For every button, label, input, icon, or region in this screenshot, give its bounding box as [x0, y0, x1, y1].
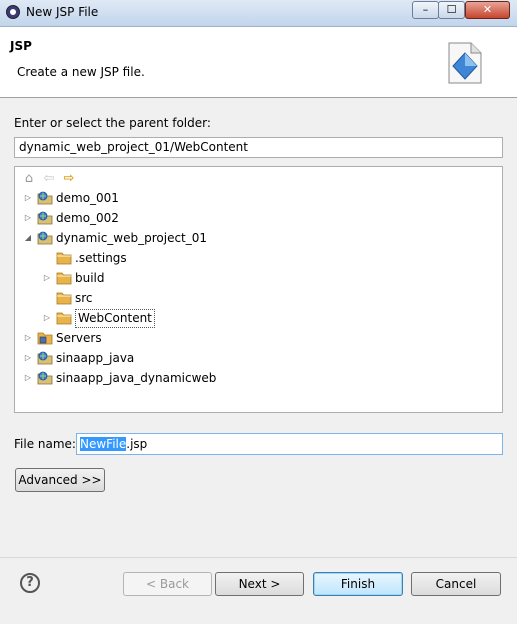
wizard-banner: JSP Create a new JSP file. [0, 27, 517, 98]
forward-arrow-icon[interactable]: ⇨ [61, 171, 77, 187]
tree-item[interactable]: ▷ demo_001 [15, 188, 500, 208]
servers-folder-icon [37, 332, 53, 345]
maximize-button[interactable]: ☐ [438, 1, 465, 19]
tree-item-label: .settings [75, 251, 127, 265]
tree-item[interactable]: src [15, 288, 500, 308]
expanded-arrow-icon[interactable]: ◢ [23, 228, 33, 248]
parent-folder-input[interactable]: dynamic_web_project_01/WebContent [14, 137, 503, 158]
tree-item-label: src [75, 291, 93, 305]
window-title: New JSP File [26, 5, 99, 19]
folder-icon [56, 272, 72, 285]
wizard-title: JSP [10, 39, 32, 53]
file-name-input[interactable]: NewFile.jsp [76, 433, 503, 455]
tree-item-label: sinaapp_java [56, 351, 135, 365]
tree-item-label: sinaapp_java_dynamicweb [56, 371, 217, 385]
tree-item-label: Servers [56, 331, 102, 345]
minimize-button[interactable]: – [412, 1, 439, 19]
tree-item-label: WebContent [75, 309, 155, 328]
cancel-button[interactable]: Cancel [411, 572, 501, 596]
next-button[interactable]: Next > [215, 572, 304, 596]
web-project-icon [37, 211, 53, 225]
web-project-icon [37, 371, 53, 385]
tree-item[interactable]: .settings [15, 248, 500, 268]
tree-item-label: demo_001 [56, 191, 119, 205]
tree-item-label: build [75, 271, 105, 285]
file-name-selected-text: NewFile [80, 437, 127, 451]
collapsed-arrow-icon[interactable]: ▷ [42, 308, 52, 328]
web-project-icon [37, 191, 53, 205]
tree-item-label: dynamic_web_project_01 [56, 231, 208, 245]
folder-icon [56, 292, 72, 305]
close-button[interactable]: ✕ [465, 1, 510, 19]
folder-icon [56, 312, 72, 325]
tree-item-label: demo_002 [56, 211, 119, 225]
web-project-icon [37, 231, 53, 245]
back-button[interactable]: < Back [123, 572, 212, 596]
tree-item[interactable]: ▷ Servers [15, 328, 500, 348]
home-icon[interactable]: ⌂ [21, 171, 37, 187]
collapsed-arrow-icon[interactable]: ▷ [42, 268, 52, 288]
finish-button[interactable]: Finish [313, 572, 403, 596]
web-project-icon [37, 351, 53, 365]
advanced-button[interactable]: Advanced >> [15, 468, 105, 492]
back-arrow-icon[interactable]: ⇦ [41, 171, 57, 187]
tree-item[interactable]: ▷ WebContent [15, 308, 500, 328]
folder-icon [56, 252, 72, 265]
folder-tree[interactable]: ⌂ ⇦ ⇨ ▷ demo_001 ▷ demo_002 ◢ dynamic_web_pro… [14, 166, 503, 413]
collapsed-arrow-icon[interactable]: ▷ [23, 348, 33, 368]
tree-item[interactable]: ▷ build [15, 268, 500, 288]
title-bar: New JSP File – ☐ ✕ [0, 0, 517, 27]
collapsed-arrow-icon[interactable]: ▷ [23, 188, 33, 208]
parent-folder-label: Enter or select the parent folder: [14, 116, 211, 130]
wizard-description: Create a new JSP file. [17, 65, 145, 79]
eclipse-icon [6, 5, 20, 19]
tree-item[interactable]: ◢ dynamic_web_project_01 [15, 228, 500, 248]
collapsed-arrow-icon[interactable]: ▷ [23, 208, 33, 228]
tree-item[interactable]: ▷ demo_002 [15, 208, 500, 228]
collapsed-arrow-icon[interactable]: ▷ [23, 368, 33, 388]
jsp-file-icon [448, 42, 482, 84]
tree-item[interactable]: ▷ sinaapp_java_dynamicweb [15, 368, 500, 388]
collapsed-arrow-icon[interactable]: ▷ [23, 328, 33, 348]
button-bar-divider [0, 557, 517, 558]
help-icon[interactable]: ? [20, 573, 40, 593]
file-name-extension: .jsp [126, 437, 148, 451]
tree-item[interactable]: ▷ sinaapp_java [15, 348, 500, 368]
file-name-label: File name: [14, 437, 76, 451]
